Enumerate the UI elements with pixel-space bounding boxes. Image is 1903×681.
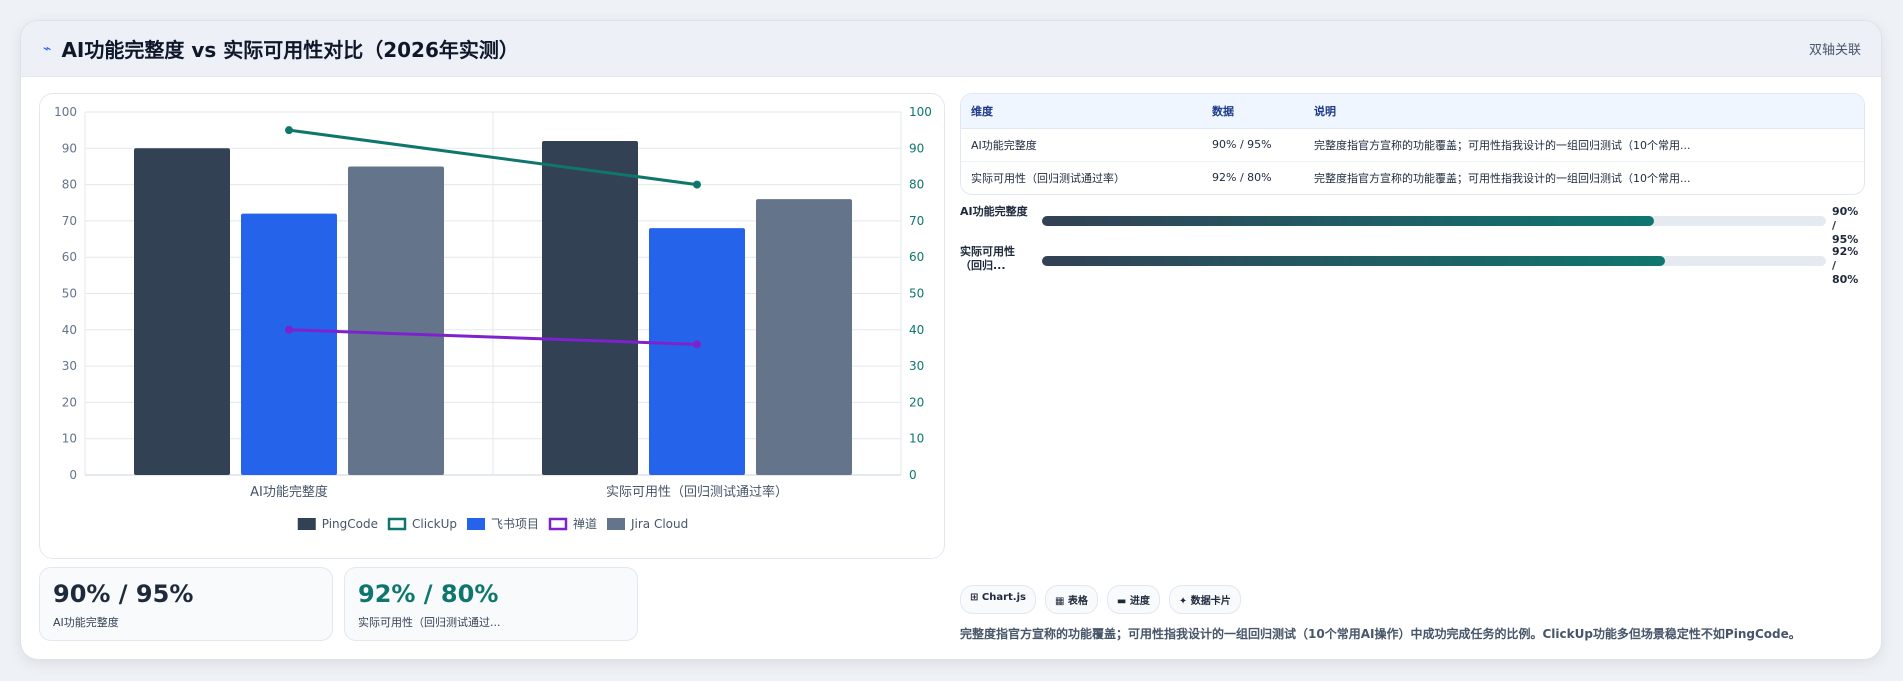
y2-tick-label: 80 — [909, 178, 924, 192]
chip-data-card[interactable]: ✦ 数据卡片 — [1168, 585, 1241, 614]
stat-value: 90% / 95% — [53, 580, 194, 608]
progress-track — [1042, 256, 1826, 266]
column-header-data: 数据 — [1202, 94, 1304, 129]
progress-track — [1042, 216, 1826, 226]
progress-label: AI功能完整度 — [960, 205, 1028, 218]
table-cell: AI功能完整度 — [961, 128, 1202, 162]
legend-swatch — [606, 518, 625, 530]
point-clickup — [285, 126, 293, 135]
card-title: AI功能完整度 vs 实际可用性对比（2026年实测） — [61, 38, 519, 62]
y2-tick-label: 70 — [909, 214, 924, 228]
progress-row-usability: 实际可用性（回归... 92% / 80% — [960, 245, 1865, 286]
progress-label: 实际可用性（回归... — [960, 245, 1015, 272]
stat-value: 92% / 80% — [358, 580, 499, 608]
table-cell: 92% / 80% — [1212, 171, 1272, 185]
y-tick-label: 60 — [62, 250, 77, 264]
y-tick-label: 100 — [54, 105, 77, 119]
chart-line-icon: ⌁ — [43, 40, 52, 57]
legend-label: Jira Cloud — [630, 517, 688, 531]
chip-progress[interactable]: ▬ 进度 — [1106, 585, 1160, 614]
bar-pingcode — [134, 148, 230, 476]
table-cell: 完整度指官方宣称的功能覆盖；可用性指我设计的一组回归测试（10个常用... — [1304, 128, 1864, 162]
y2-tick-label: 100 — [909, 105, 932, 119]
x-tick-label: AI功能完整度 — [250, 484, 328, 500]
y2-tick-label: 50 — [909, 287, 924, 301]
y2-tick-label: 30 — [909, 359, 924, 373]
y-tick-label: 30 — [62, 359, 77, 373]
y-tick-label: 20 — [62, 395, 77, 409]
chart-panel: 0 0 10 10 20 20 30 30 40 40 50 50 60 60 70 70 80 80 90 90 10… — [39, 93, 945, 559]
point-chandao — [693, 340, 701, 349]
y2-tick-label: 0 — [909, 468, 917, 482]
y-tick-label: 80 — [62, 178, 77, 192]
y-tick-label: 0 — [69, 468, 77, 482]
legend-swatch — [548, 517, 568, 531]
stat-label: 实际可用性（回归测试通过... — [358, 616, 501, 629]
progress-row-completeness: AI功能完整度 90% / 95% — [960, 205, 1865, 246]
stat-card-usability: 92% / 80% 实际可用性（回归测试通过... — [344, 567, 638, 641]
table-cell: 实际可用性（回归测试通过率） — [971, 171, 1125, 185]
y-tick-label: 40 — [62, 323, 77, 337]
progress-value: 90% / 95% — [1832, 205, 1859, 246]
x-tick-label: 实际可用性（回归测试通过率） — [606, 484, 788, 500]
stat-card-completeness: 90% / 95% AI功能完整度 — [39, 567, 333, 641]
legend-label: 禅道 — [573, 517, 597, 531]
column-header-description: 说明 — [1304, 94, 1864, 129]
y2-tick-label: 60 — [909, 250, 924, 264]
legend-label: 飞书项目 — [491, 517, 539, 531]
view-chips: ⊞ Chart.js ▦ 表格 ▬ 进度 ✦ 数据卡片 — [960, 585, 1241, 614]
card-header: ⌁ AI功能完整度 vs 实际可用性对比（2026年实测） 双轴关联 — [21, 21, 1881, 77]
legend-swatch — [387, 517, 407, 531]
table-cell: 90% / 95% — [1202, 128, 1304, 162]
chip-table[interactable]: ▦ 表格 — [1044, 585, 1098, 614]
table-cell: 完整度指官方宣称的功能覆盖；可用性指我设计的一组回归测试（10个常用... — [1314, 171, 1691, 185]
y-tick-label: 10 — [62, 432, 77, 446]
data-table: 维度 数据 说明 AI功能完整度 90% / 95% 完整度指官方宣称的功能覆盖… — [960, 93, 1865, 195]
table-row: AI功能完整度 90% / 95% 完整度指官方宣称的功能覆盖；可用性指我设计的… — [961, 128, 1864, 162]
y2-tick-label: 40 — [909, 323, 924, 337]
legend-swatch — [297, 518, 316, 530]
y2-tick-label: 10 — [909, 432, 924, 446]
chip-chartjs[interactable]: ⊞ Chart.js — [960, 585, 1036, 614]
progress-fill — [1042, 216, 1654, 226]
table-header-row: 维度 数据 说明 — [961, 94, 1864, 129]
bar-jira-cloud — [756, 199, 852, 475]
legend-label: PingCode — [322, 517, 378, 531]
y-tick-label: 90 — [62, 141, 77, 155]
dual-axis-chart: 0 0 10 10 20 20 30 30 40 40 50 50 60 60 70 70 80 80 90 90 10… — [54, 105, 932, 531]
column-header-dimension: 维度 — [961, 94, 1202, 129]
bar-飞书项目 — [241, 213, 337, 475]
legend-swatch — [466, 518, 485, 530]
y-tick-label: 50 — [62, 287, 77, 301]
progress-fill — [1042, 256, 1666, 266]
bar-jira-cloud — [348, 166, 444, 475]
comparison-card: ⌁ AI功能完整度 vs 实际可用性对比（2026年实测） 双轴关联 0 0 10 1… — [20, 20, 1882, 660]
bar-pingcode — [542, 141, 638, 475]
point-clickup — [693, 180, 701, 189]
point-chandao — [285, 325, 293, 334]
stat-label: AI功能完整度 — [53, 616, 119, 629]
progress-value: 92% / 80% — [1832, 245, 1859, 286]
y2-tick-label: 20 — [909, 395, 924, 409]
y-tick-label: 70 — [62, 214, 77, 228]
dual-axis-badge: 双轴关联 — [1808, 43, 1861, 58]
y2-tick-label: 90 — [909, 141, 924, 155]
table-row: 实际可用性（回归测试通过率） 92% / 80% 完整度指官方宣称的功能覆盖；可… — [961, 161, 1864, 194]
bar-飞书项目 — [649, 228, 745, 475]
footnote: 完整度指官方宣称的功能覆盖；可用性指我设计的一组回归测试（10个常用AI操作）中… — [960, 627, 1801, 641]
legend-label: ClickUp — [412, 517, 457, 531]
